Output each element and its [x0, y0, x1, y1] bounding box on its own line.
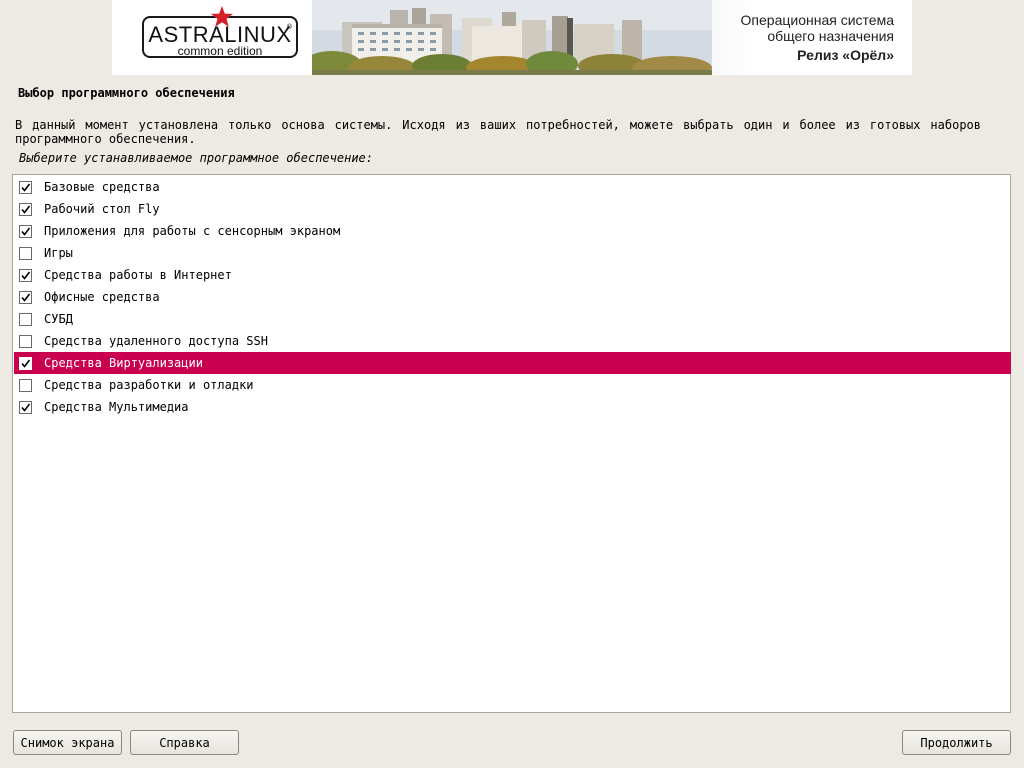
banner-caption: Операционная система общего назначения Р… — [741, 12, 894, 64]
checkmark-icon — [21, 227, 31, 236]
checkmark-icon — [21, 359, 31, 368]
checkbox-checked[interactable] — [19, 268, 32, 282]
checkmark-icon — [21, 183, 31, 192]
software-item-label: Рабочий стол Fly — [44, 202, 160, 216]
software-item[interactable]: Средства Виртуализации — [14, 352, 1011, 374]
checkbox-checked[interactable] — [19, 180, 32, 194]
checkbox-checked[interactable] — [19, 202, 32, 216]
software-selection-list[interactable]: Базовые средства Рабочий стол Fly Приложен… — [12, 174, 1011, 713]
checkbox-checked[interactable] — [19, 290, 32, 304]
checkbox-checked[interactable] — [19, 224, 32, 238]
software-item[interactable]: Средства Мультимедиа — [14, 396, 1011, 418]
banner-line-1: Операционная система — [740, 12, 894, 28]
checkmark-icon — [21, 403, 31, 412]
screenshot-button[interactable]: Снимок экрана — [13, 730, 122, 755]
checkbox-unchecked[interactable] — [19, 246, 32, 260]
page-description: В данный момент установлена только основ… — [15, 118, 981, 146]
software-item[interactable]: Рабочий стол Fly — [14, 198, 1011, 220]
city-skyline-image — [312, 0, 712, 75]
banner-line-2: общего назначения — [767, 28, 894, 44]
checkbox-unchecked[interactable] — [19, 378, 32, 392]
software-item-label: Приложения для работы с сенсорным экрано… — [44, 224, 341, 238]
checkbox-unchecked[interactable] — [19, 334, 32, 348]
software-item[interactable]: Игры — [14, 242, 1011, 264]
software-item-label: Игры — [44, 246, 73, 260]
software-item-label: Средства разработки и отладки — [44, 378, 254, 392]
software-item-label: Офисные средства — [44, 290, 160, 304]
header-banner: ASTRALINUX ® common edition Операционная… — [112, 0, 912, 75]
checkbox-checked[interactable] — [19, 356, 32, 370]
star-icon — [211, 6, 233, 27]
software-item[interactable]: Средства удаленного доступа SSH — [14, 330, 1011, 352]
checkmark-icon — [21, 205, 31, 214]
page-title: Выбор программного обеспечения — [18, 86, 235, 100]
software-item-label: СУБД — [44, 312, 73, 326]
software-item-label: Средства удаленного доступа SSH — [44, 334, 268, 348]
software-item[interactable]: Приложения для работы с сенсорным экрано… — [14, 220, 1011, 242]
software-item-label: Средства Виртуализации — [44, 356, 203, 370]
continue-button[interactable]: Продолжить — [902, 730, 1011, 755]
software-item-label: Средства работы в Интернет — [44, 268, 232, 282]
software-item[interactable]: СУБД — [14, 308, 1011, 330]
checkbox-checked[interactable] — [19, 400, 32, 414]
help-button[interactable]: Справка — [130, 730, 239, 755]
checkmark-icon — [21, 293, 31, 302]
release-name: Релиз «Орёл» — [797, 47, 894, 63]
logo-registered-mark: ® — [286, 24, 292, 31]
software-item[interactable]: Средства работы в Интернет — [14, 264, 1011, 286]
software-item[interactable]: Офисные средства — [14, 286, 1011, 308]
checkmark-icon — [21, 271, 31, 280]
selection-prompt: Выберите устанавливаемое программное обе… — [19, 151, 374, 165]
software-item-label: Базовые средства — [44, 180, 160, 194]
software-item[interactable]: Базовые средства — [14, 176, 1011, 198]
checkbox-unchecked[interactable] — [19, 312, 32, 326]
software-item[interactable]: Средства разработки и отладки — [14, 374, 1011, 396]
software-item-label: Средства Мультимедиа — [44, 400, 189, 414]
